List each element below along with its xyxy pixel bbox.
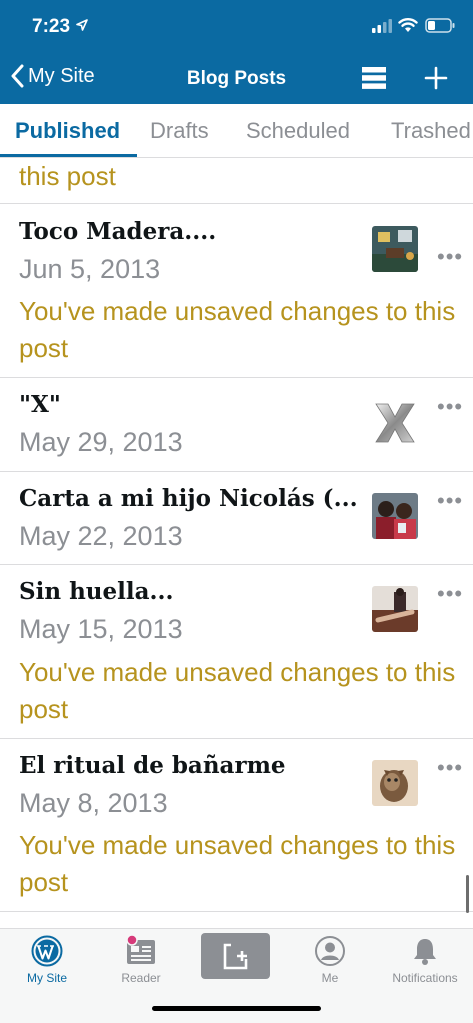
post-unsaved-note: You've made unsaved changes to this post bbox=[19, 296, 456, 363]
battery-icon bbox=[425, 18, 455, 33]
reader-icon bbox=[126, 935, 155, 964]
more-options-button[interactable]: ••• bbox=[437, 581, 463, 607]
wordpress-icon bbox=[31, 935, 63, 967]
post-thumbnail bbox=[372, 586, 418, 632]
more-options-button[interactable]: ••• bbox=[437, 244, 463, 270]
post-date: May 29, 2013 bbox=[19, 427, 183, 457]
tab-trashed[interactable]: Trashed bbox=[391, 118, 471, 144]
post-list[interactable]: this post Toco Madera.... Jun 5, 2013 Yo… bbox=[0, 158, 473, 928]
more-options-button[interactable]: ••• bbox=[437, 394, 463, 420]
back-button-label: My Site bbox=[28, 64, 95, 87]
new-post-button[interactable] bbox=[201, 933, 270, 979]
post-thumbnail bbox=[372, 400, 418, 446]
tab-notifications[interactable]: Notifications bbox=[378, 935, 472, 985]
home-indicator bbox=[152, 1006, 321, 1011]
post-date: May 8, 2013 bbox=[19, 788, 168, 818]
active-tab-indicator bbox=[0, 154, 137, 157]
post-title: "X" bbox=[19, 391, 61, 418]
post-title: Toco Madera.... bbox=[19, 218, 217, 245]
post-row[interactable]: Carta a mi hijo Nicolás (... May 22, 201… bbox=[0, 472, 473, 565]
tab-scheduled[interactable]: Scheduled bbox=[246, 118, 350, 144]
wifi-icon bbox=[398, 18, 418, 32]
tab-notifications-label: Notifications bbox=[392, 971, 458, 985]
tab-me[interactable]: Me bbox=[283, 935, 377, 985]
tab-my-site[interactable]: My Site bbox=[0, 935, 94, 985]
location-arrow-icon bbox=[76, 19, 88, 31]
cellular-signal-icon bbox=[372, 19, 392, 33]
list-view-icon[interactable] bbox=[362, 67, 386, 89]
add-post-icon[interactable] bbox=[424, 66, 448, 90]
tab-published[interactable]: Published bbox=[15, 118, 120, 144]
status-time: 7:23 bbox=[32, 16, 71, 37]
top-bar: 7:23 My Site Blog Posts bbox=[0, 0, 473, 104]
post-unsaved-note: You've made unsaved changes to this post bbox=[19, 830, 456, 897]
post-title: Carta a mi hijo Nicolás (... bbox=[19, 485, 358, 512]
more-options-button[interactable]: ••• bbox=[437, 488, 463, 514]
person-icon bbox=[315, 936, 345, 966]
scroll-indicator bbox=[466, 875, 469, 913]
post-unsaved-note: You've made unsaved changes to this post bbox=[19, 657, 456, 724]
post-title: Sin huella... bbox=[19, 578, 174, 605]
post-row[interactable]: Sin huella... May 15, 2013 You've made u… bbox=[0, 565, 473, 739]
post-row[interactable]: Toco Madera.... Jun 5, 2013 You've made … bbox=[0, 204, 473, 378]
post-thumbnail bbox=[372, 226, 418, 272]
post-row[interactable]: El ritual de bañarme May 8, 2013 You've … bbox=[0, 739, 473, 912]
post-unsaved-note: this post bbox=[19, 161, 116, 191]
more-options-button[interactable]: ••• bbox=[437, 755, 463, 781]
post-row-partial[interactable]: this post bbox=[0, 158, 473, 204]
bell-icon bbox=[414, 939, 436, 965]
post-thumbnail bbox=[372, 493, 418, 539]
back-button[interactable]: My Site bbox=[10, 64, 95, 88]
chevron-left-icon bbox=[11, 64, 24, 88]
post-row[interactable]: "X" May 29, 2013 ••• bbox=[0, 378, 473, 472]
post-thumbnail bbox=[372, 760, 418, 806]
post-date: May 15, 2013 bbox=[19, 614, 183, 644]
tab-reader[interactable]: Reader bbox=[94, 935, 188, 985]
post-status-tabs: Published Drafts Scheduled Trashed bbox=[0, 104, 473, 158]
tab-me-label: Me bbox=[321, 971, 339, 985]
tab-my-site-label: My Site bbox=[26, 971, 67, 985]
compose-icon bbox=[223, 943, 251, 970]
unread-badge bbox=[126, 935, 138, 946]
post-date: May 22, 2013 bbox=[19, 521, 183, 551]
post-date: Jun 5, 2013 bbox=[19, 254, 161, 284]
post-title: El ritual de bañarme bbox=[19, 752, 286, 779]
tab-reader-label: Reader bbox=[121, 971, 161, 985]
tab-drafts[interactable]: Drafts bbox=[150, 118, 209, 144]
